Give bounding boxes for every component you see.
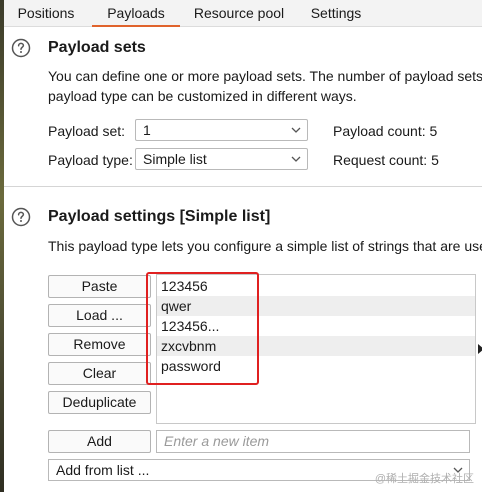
payload-sets-description-line1: You can define one or more payload sets.…: [48, 68, 482, 84]
add-from-list-value: Add from list ...: [56, 462, 150, 478]
clear-button[interactable]: Clear: [48, 362, 151, 385]
paste-button[interactable]: Paste: [48, 275, 151, 298]
tab-resource-pool[interactable]: Resource pool: [186, 0, 292, 27]
payload-set-label: Payload set:: [48, 123, 126, 139]
request-count-label: Request count:: [333, 152, 428, 168]
payload-count-label: Payload count:: [333, 123, 426, 139]
tab-settings[interactable]: Settings: [300, 0, 372, 27]
watermark: @稀土掘金技术社区: [374, 473, 474, 485]
remove-button[interactable]: Remove: [48, 333, 151, 356]
payload-set-select[interactable]: 1: [135, 119, 308, 141]
list-item[interactable]: zxcvbnm: [157, 336, 475, 356]
list-item[interactable]: password: [157, 356, 475, 376]
help-circle-icon[interactable]: [11, 207, 31, 227]
tab-bar: Positions Payloads Resource pool Setting…: [4, 0, 482, 27]
payloads-panel: Payload sets You can define one or more …: [4, 27, 482, 492]
payload-settings-title: Payload settings [Simple list]: [48, 208, 271, 225]
request-count-value: 5: [431, 152, 439, 168]
list-item[interactable]: 123456...: [157, 316, 475, 336]
burp-intruder-window: Positions Payloads Resource pool Setting…: [0, 0, 482, 492]
payload-sets-description-line2: payload type can be customized in differ…: [48, 88, 357, 104]
payload-sets-title: Payload sets: [48, 39, 146, 56]
request-count: Request count: 5: [333, 152, 439, 168]
list-item[interactable]: qwer: [157, 296, 475, 316]
deduplicate-button[interactable]: Deduplicate: [48, 391, 151, 414]
payload-type-select[interactable]: Simple list: [135, 148, 308, 170]
payload-type-value: Simple list: [143, 151, 207, 167]
section-divider: [4, 186, 482, 187]
list-item[interactable]: 123456: [157, 276, 475, 296]
tab-positions[interactable]: Positions: [10, 0, 82, 27]
payload-set-value: 1: [143, 122, 151, 138]
help-circle-icon[interactable]: [11, 38, 31, 58]
payload-settings-description: This payload type lets you configure a s…: [48, 238, 482, 254]
payload-list[interactable]: 123456 qwer 123456... zxcvbnm password: [156, 274, 476, 424]
payload-type-label: Payload type:: [48, 152, 133, 168]
load-button[interactable]: Load ...: [48, 304, 151, 327]
new-item-input[interactable]: Enter a new item: [156, 430, 470, 453]
payload-count: Payload count: 5: [333, 123, 437, 139]
add-button[interactable]: Add: [48, 430, 151, 453]
chevron-down-icon: [291, 156, 301, 162]
payload-count-value: 5: [429, 123, 438, 139]
chevron-down-icon: [291, 127, 301, 133]
tab-payloads[interactable]: Payloads: [92, 0, 180, 27]
expand-arrow-icon[interactable]: [478, 344, 482, 354]
